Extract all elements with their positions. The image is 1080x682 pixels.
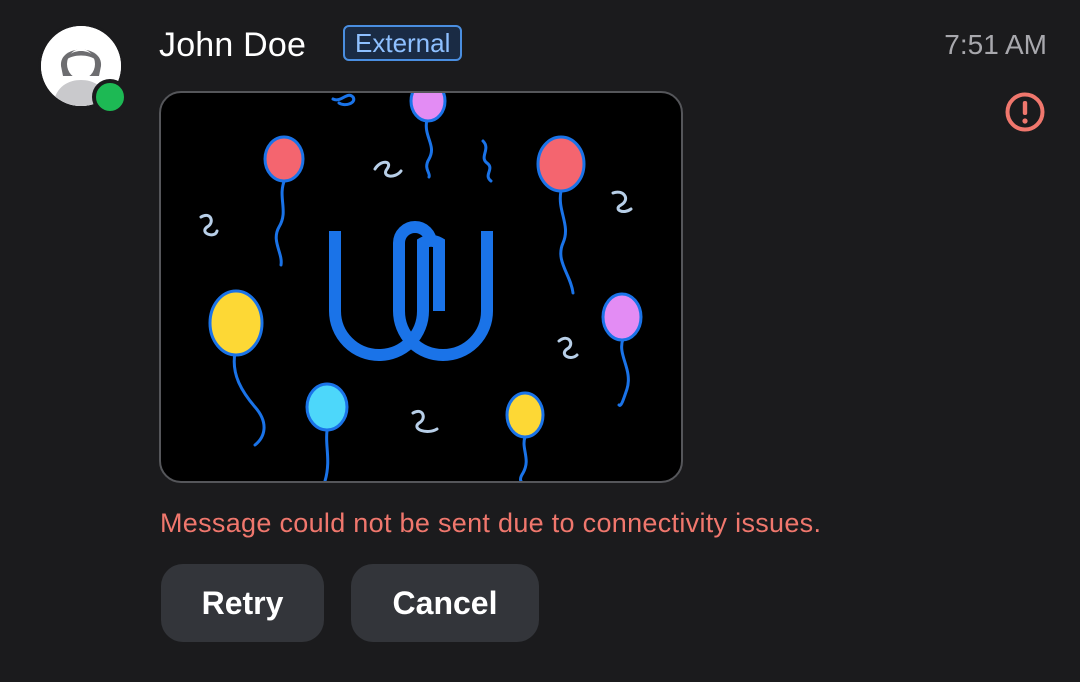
online-status-indicator <box>92 79 128 115</box>
message-timestamp: 7:51 AM <box>944 29 1047 60</box>
cancel-button[interactable]: Cancel <box>351 564 539 642</box>
message-item: John Doe External 7:51 AM Message could … <box>0 0 1080 682</box>
send-error-message: Message could not be sent due to connect… <box>160 508 822 538</box>
avatar-container[interactable] <box>38 23 128 115</box>
retry-button[interactable]: Retry <box>161 564 324 642</box>
external-badge: External <box>343 25 463 61</box>
sender-name[interactable]: John Doe <box>159 24 306 66</box>
error-alert-icon[interactable] <box>1004 91 1046 133</box>
celebration-image-icon <box>199 93 643 481</box>
message-image-attachment[interactable] <box>159 91 683 483</box>
